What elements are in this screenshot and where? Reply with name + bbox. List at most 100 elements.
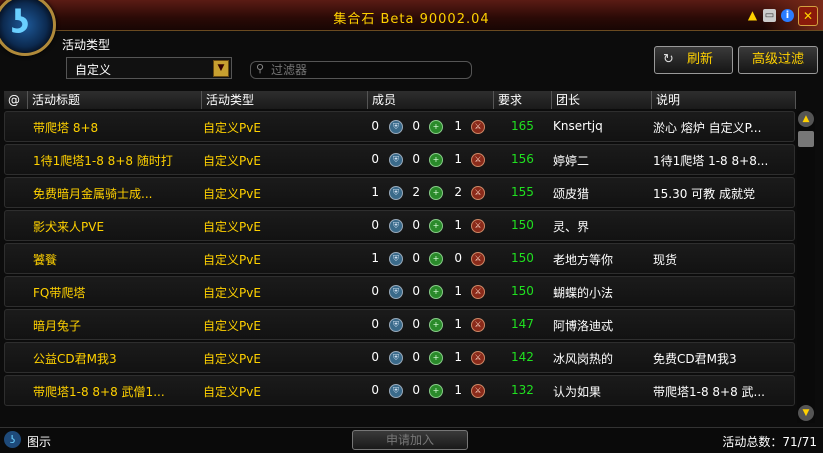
scroll-thumb[interactable] xyxy=(798,131,814,147)
table-row[interactable]: 带爬塔1-8 8+8 武僧1... 自定义PvE 0 ⛨ 0 + 1 ⚔ 132… xyxy=(4,375,795,406)
row-description: 现货 xyxy=(653,253,678,267)
refresh-icon: ↻ xyxy=(663,52,674,67)
heal-count: 0 xyxy=(412,251,420,265)
plus-icon: + xyxy=(429,351,443,365)
dps-count: 1 xyxy=(454,284,462,298)
sword-icon: ⚔ xyxy=(471,285,485,299)
row-type: 自定义PvE xyxy=(203,154,261,168)
dps-count: 1 xyxy=(454,317,462,331)
legend-label[interactable]: 图示 xyxy=(27,433,51,450)
row-leader: 认为如果 xyxy=(553,385,602,399)
heal-count: 2 xyxy=(412,185,420,199)
dps-count: 1 xyxy=(454,152,462,166)
list-scrollbar[interactable]: ▲ ▼ xyxy=(797,111,815,423)
table-row[interactable]: 公益CD君M我3 自定义PvE 0 ⛨ 0 + 1 ⚔ 142 冰风岗热的 免费… xyxy=(4,342,795,373)
dropdown-value: 自定义 xyxy=(75,63,112,77)
heal-count: 0 xyxy=(412,317,420,331)
activity-type-dropdown[interactable]: 自定义 ▼ xyxy=(66,57,232,79)
row-type: 自定义PvE xyxy=(203,385,261,399)
scroll-up-icon[interactable]: ▲ xyxy=(798,111,814,127)
row-leader: 颂皮猎 xyxy=(553,187,590,201)
sword-icon: ⚔ xyxy=(471,384,485,398)
dps-count: 0 xyxy=(454,251,462,265)
dps-count: 1 xyxy=(454,383,462,397)
row-title: 暗月兔子 xyxy=(33,319,82,333)
tank-count: 0 xyxy=(371,350,379,364)
row-title: FQ带爬塔 xyxy=(33,286,86,300)
row-leader: 阿博洛迪忒 xyxy=(553,319,614,333)
column-header-description[interactable]: 说明 xyxy=(652,91,796,109)
column-header-title[interactable]: 活动标题 xyxy=(28,91,202,109)
row-description: 淤心 熔炉 自定义P... xyxy=(653,121,762,135)
tank-count: 0 xyxy=(371,218,379,232)
refresh-button[interactable]: ↻ 刷新 xyxy=(654,46,733,74)
title-bar[interactable]: 集合石 Beta 90002.04 ▲ ▭ i ✕ xyxy=(0,0,823,31)
row-type: 自定义PvE xyxy=(203,319,261,333)
row-title: 公益CD君M我3 xyxy=(33,352,117,366)
dps-count: 1 xyxy=(454,119,462,133)
footer-bar: ʖ 图示 申请加入 活动总数：71/71 xyxy=(0,427,823,453)
shield-icon: ⛨ xyxy=(389,351,403,365)
table-row[interactable]: 带爬塔 8+8 自定义PvE 0 ⛨ 0 + 1 ⚔ 165 Knsertjq … xyxy=(4,111,795,142)
row-requirement: 132 xyxy=(511,383,534,397)
table-row[interactable]: FQ带爬塔 自定义PvE 0 ⛨ 0 + 1 ⚔ 150 蝴蝶的小法 xyxy=(4,276,795,307)
search-input[interactable] xyxy=(271,63,461,77)
plus-icon: + xyxy=(429,252,443,266)
legend-icon[interactable]: ʖ xyxy=(4,431,21,448)
row-leader: 灵、界 xyxy=(553,220,590,234)
column-header-type[interactable]: 活动类型 xyxy=(202,91,368,109)
warning-icon[interactable]: ▲ xyxy=(746,9,759,22)
plus-icon: + xyxy=(429,318,443,332)
info-icon[interactable]: i xyxy=(781,9,794,22)
heal-count: 0 xyxy=(412,284,420,298)
table-row[interactable]: 暗月兔子 自定义PvE 0 ⛨ 0 + 1 ⚔ 147 阿博洛迪忒 xyxy=(4,309,795,340)
dps-count: 2 xyxy=(454,185,462,199)
window-icon[interactable]: ▭ xyxy=(763,9,776,22)
sword-icon: ⚔ xyxy=(471,351,485,365)
shield-icon: ⛨ xyxy=(389,219,403,233)
heal-count: 0 xyxy=(412,350,420,364)
table-row[interactable]: 影犬来人PVE 自定义PvE 0 ⛨ 0 + 1 ⚔ 150 灵、界 xyxy=(4,210,795,241)
row-leader: 蝴蝶的小法 xyxy=(553,286,614,300)
heal-count: 0 xyxy=(412,218,420,232)
chevron-down-icon[interactable]: ▼ xyxy=(213,60,229,77)
column-header-at[interactable]: @ xyxy=(4,91,28,109)
row-requirement: 155 xyxy=(511,185,534,199)
column-header-requirement[interactable]: 要求 xyxy=(494,91,552,109)
shield-icon: ⛨ xyxy=(389,384,403,398)
column-header-leader[interactable]: 团长 xyxy=(552,91,652,109)
swirl-icon: ʖ xyxy=(11,3,30,41)
table-row[interactable]: 1待1爬塔1-8 8+8 随时打 自定义PvE 0 ⛨ 0 + 1 ⚔ 156 … xyxy=(4,144,795,175)
shield-icon: ⛨ xyxy=(389,153,403,167)
row-description: 免费CD君M我3 xyxy=(653,352,737,366)
shield-icon: ⛨ xyxy=(389,186,403,200)
column-header-members[interactable]: 成员 xyxy=(368,91,494,109)
sword-icon: ⚔ xyxy=(471,252,485,266)
row-type: 自定义PvE xyxy=(203,220,261,234)
table-row[interactable]: 免费暗月金属骑士成... 自定义PvE 1 ⛨ 2 + 2 ⚔ 155 颂皮猎 … xyxy=(4,177,795,208)
shield-icon: ⛨ xyxy=(389,120,403,134)
shield-icon: ⛨ xyxy=(389,285,403,299)
dps-count: 1 xyxy=(454,350,462,364)
row-requirement: 150 xyxy=(511,218,534,232)
row-description: 带爬塔1-8 8+8 武... xyxy=(653,385,765,399)
table-row[interactable]: 饕餮 自定义PvE 1 ⛨ 0 + 0 ⚔ 150 老地方等你 现货 xyxy=(4,243,795,274)
plus-icon: + xyxy=(429,384,443,398)
advanced-filter-button[interactable]: 高级过滤 xyxy=(738,46,818,74)
tank-count: 1 xyxy=(371,185,379,199)
row-title: 带爬塔 8+8 xyxy=(33,121,99,135)
sword-icon: ⚔ xyxy=(471,186,485,200)
row-title: 免费暗月金属骑士成... xyxy=(33,187,153,201)
plus-icon: + xyxy=(429,219,443,233)
row-requirement: 150 xyxy=(511,251,534,265)
apply-join-button[interactable]: 申请加入 xyxy=(352,430,468,450)
search-box[interactable]: ⚲ xyxy=(250,61,472,79)
row-leader: 婷婷二 xyxy=(553,154,590,168)
row-requirement: 165 xyxy=(511,119,534,133)
window-title: 集合石 Beta 90002.04 xyxy=(333,12,490,27)
refresh-label: 刷新 xyxy=(687,52,714,67)
scroll-down-icon[interactable]: ▼ xyxy=(798,405,814,421)
activity-total: 活动总数：71/71 xyxy=(722,435,817,449)
sword-icon: ⚔ xyxy=(471,153,485,167)
close-button[interactable]: ✕ xyxy=(798,6,818,26)
